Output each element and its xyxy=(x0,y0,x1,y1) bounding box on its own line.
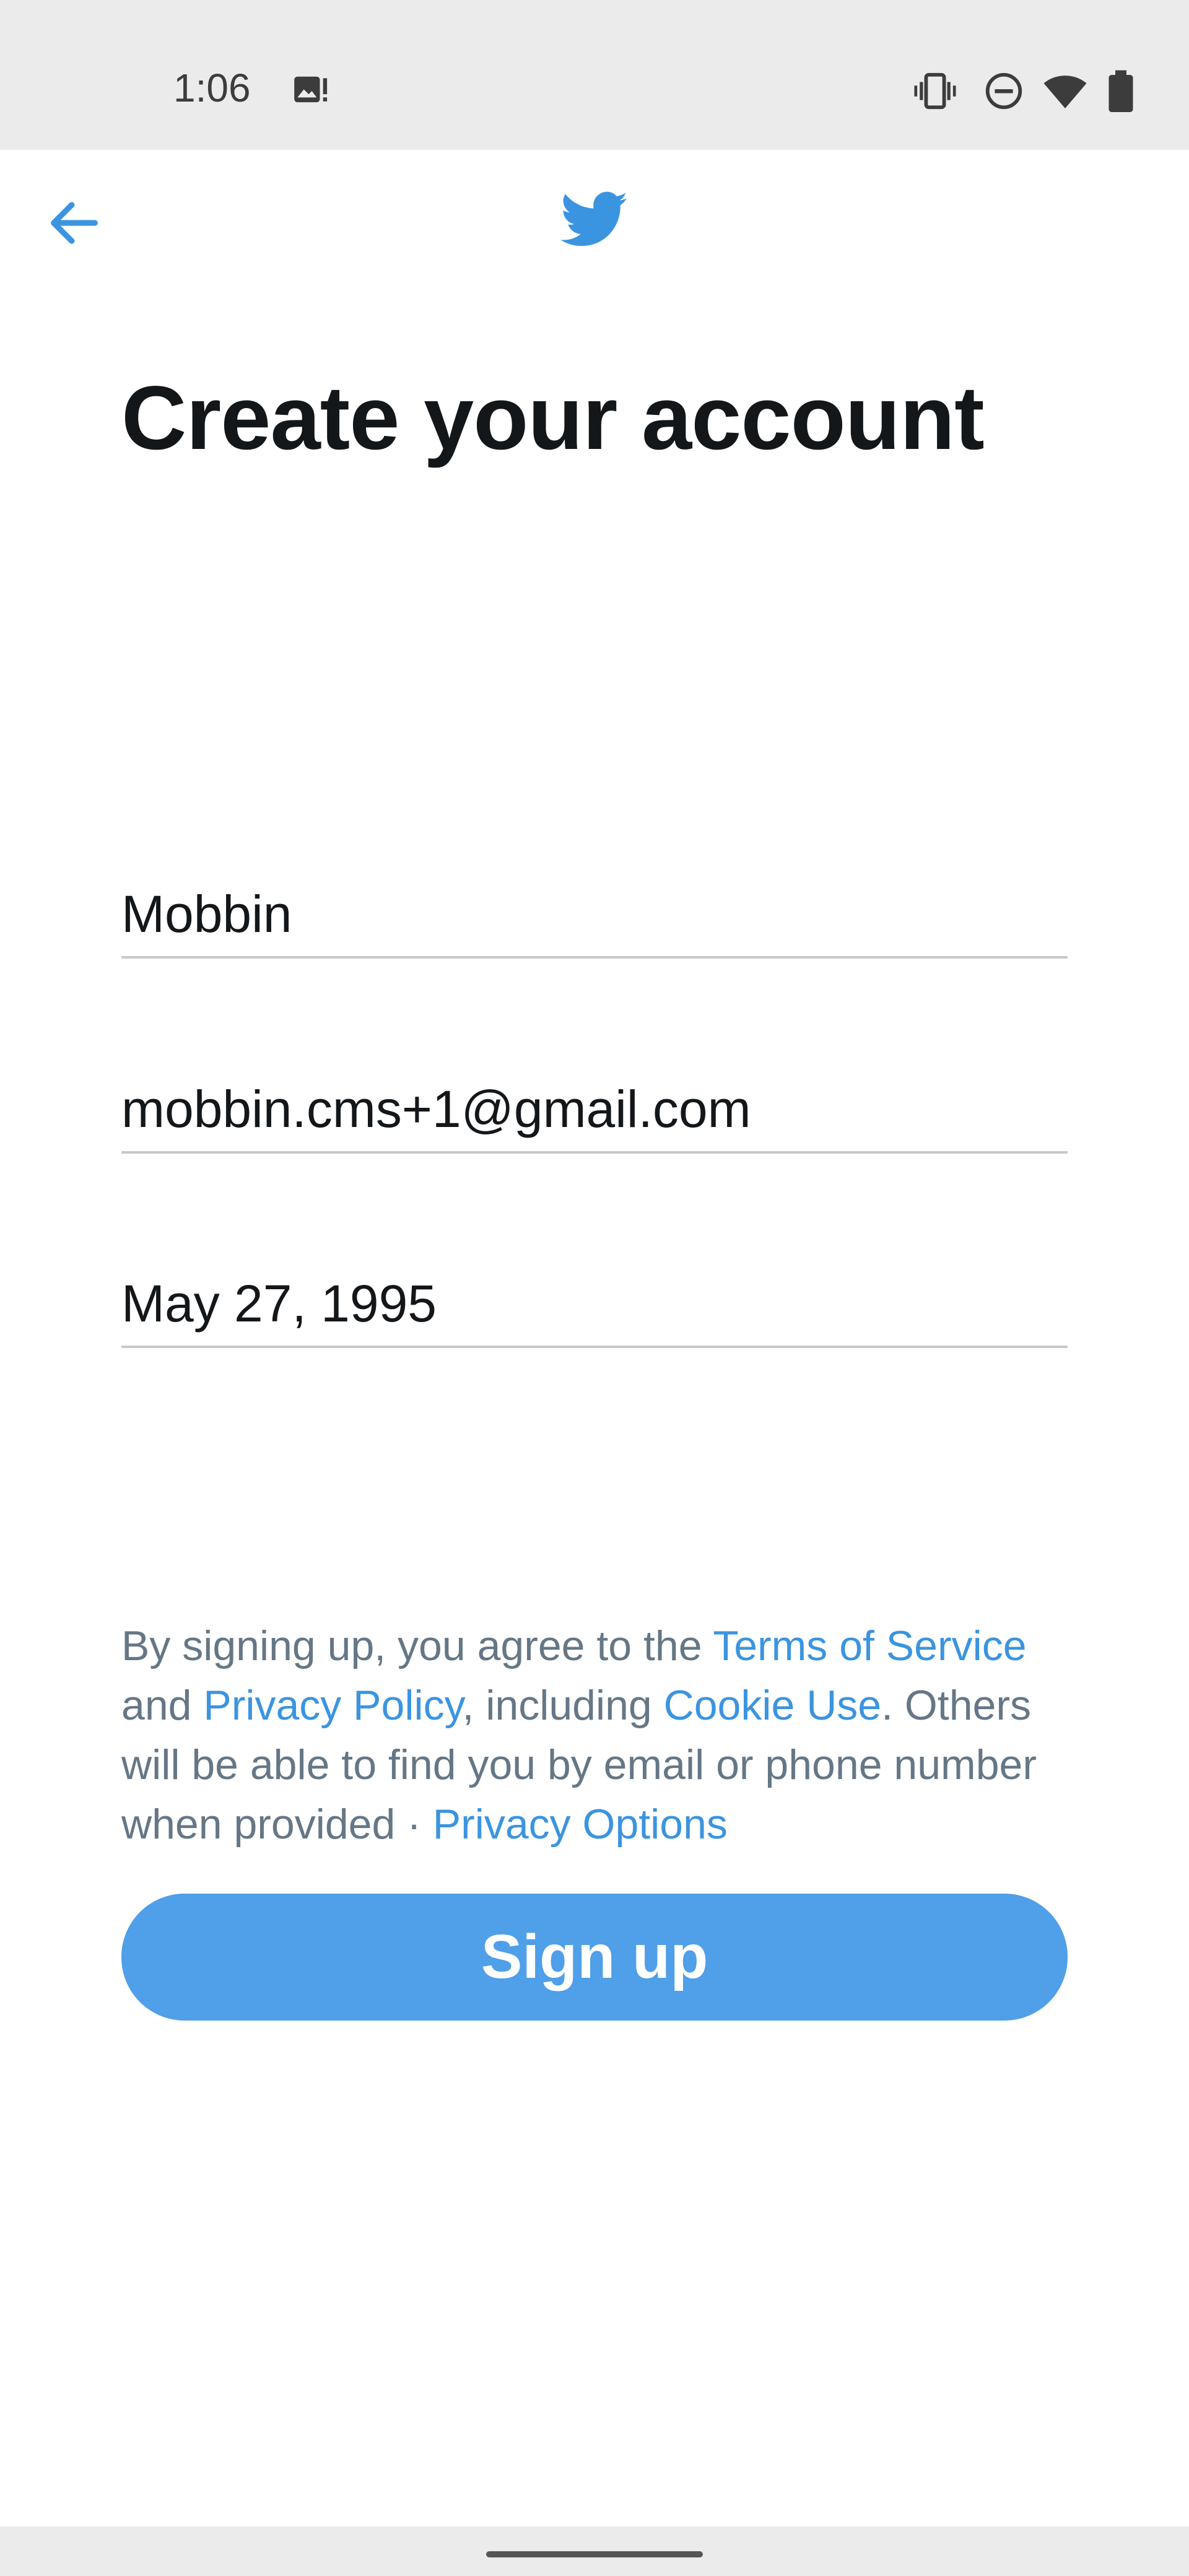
navigation-bar xyxy=(0,2526,1189,2576)
legal-intro: By signing up, you agree to the xyxy=(121,1622,713,1669)
email-field[interactable] xyxy=(121,1067,1068,1154)
status-time: 1:06 xyxy=(173,66,251,110)
cookie-use-link[interactable]: Cookie Use xyxy=(664,1682,882,1729)
status-bar: 1:06 xyxy=(0,0,1189,150)
twitter-bird-icon xyxy=(560,189,629,251)
home-gesture-handle[interactable] xyxy=(486,2551,703,2557)
wifi-icon xyxy=(1043,69,1087,117)
image-notification-icon xyxy=(291,72,329,113)
legal-and: and xyxy=(121,1682,204,1729)
privacy-options-link[interactable]: Privacy Options xyxy=(433,1801,728,1848)
back-button[interactable] xyxy=(37,186,111,260)
do-not-disturb-icon xyxy=(982,69,1026,116)
legal-disclaimer: By signing up, you agree to the Terms of… xyxy=(121,1616,1087,1854)
page-title: Create your account xyxy=(121,367,985,468)
arrow-left-icon xyxy=(51,202,98,244)
privacy-policy-link[interactable]: Privacy Policy xyxy=(203,1682,462,1729)
sign-up-button[interactable]: Sign up xyxy=(121,1894,1068,2021)
date-of-birth-field[interactable] xyxy=(121,1261,1068,1348)
terms-of-service-link[interactable]: Terms of Service xyxy=(713,1622,1026,1669)
vibrate-icon xyxy=(913,69,957,116)
battery-icon xyxy=(1104,69,1138,117)
name-field[interactable] xyxy=(121,872,1068,959)
legal-including: , including xyxy=(462,1682,664,1729)
